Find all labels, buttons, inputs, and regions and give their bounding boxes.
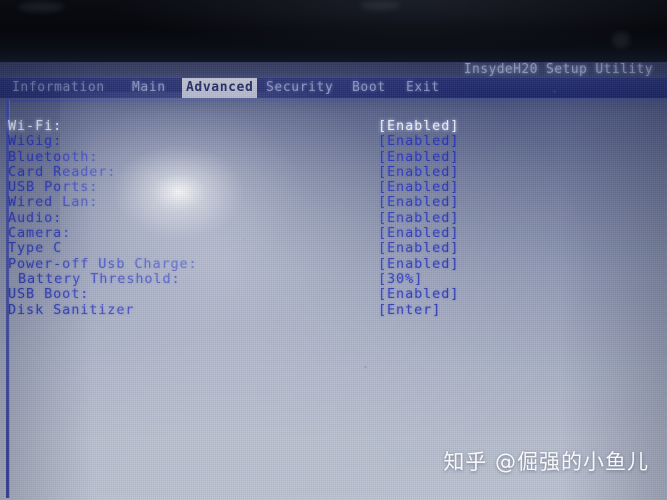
menu-tab-security[interactable]: Security: [262, 78, 337, 98]
menu-tab-information[interactable]: Information: [8, 78, 109, 98]
setting-label: Type C: [8, 240, 63, 257]
setting-label: Card Reader:: [8, 163, 117, 180]
setting-value[interactable]: [Enabled]: [378, 149, 459, 165]
setting-row[interactable]: Wired Lan: [Enabled]: [0, 194, 667, 211]
setting-value[interactable]: [Enabled]: [378, 179, 459, 195]
menu-bar: Information Main Advanced Security Boot Exit: [0, 78, 667, 98]
menu-tab-main[interactable]: Main: [128, 78, 170, 98]
setting-value[interactable]: [Enabled]: [378, 194, 459, 210]
setting-value[interactable]: [Enter]: [378, 302, 441, 318]
setting-row[interactable]: Power-off Usb Charge: [Enabled]: [0, 255, 667, 272]
dust-speck-1: [243, 238, 245, 240]
setting-row[interactable]: Wi-Fi: [Enabled]: [0, 118, 667, 134]
setting-label: Bluetooth:: [8, 148, 99, 165]
setting-label: USB Boot:: [8, 286, 90, 303]
bezel-reflection-c: [612, 32, 630, 48]
setting-label: Disk Sanitizer: [8, 301, 135, 318]
setting-value[interactable]: [Enabled]: [378, 118, 459, 134]
menu-tab-boot[interactable]: Boot: [348, 78, 390, 98]
setting-label: WiGig:: [8, 133, 63, 150]
bios-screen-photo: InsydeH20 Setup Utility Information Main A…: [0, 0, 667, 500]
setting-value[interactable]: [Enabled]: [378, 240, 459, 256]
setting-value[interactable]: [Enabled]: [378, 286, 459, 302]
app-title: InsydeH20 Setup Utility: [463, 62, 653, 77]
setting-label: Camera:: [8, 225, 72, 242]
menu-tab-advanced[interactable]: Advanced: [182, 78, 258, 98]
display-bezel: [0, 0, 667, 62]
setting-value[interactable]: [30%]: [378, 271, 423, 287]
setting-value[interactable]: [Enabled]: [378, 225, 459, 241]
dust-speck-3: [364, 366, 367, 368]
menu-tab-exit[interactable]: Exit: [402, 78, 444, 98]
bezel-reflection-a: [18, 2, 64, 12]
setting-row[interactable]: Camera: [Enabled]: [0, 225, 667, 242]
dust-speck-2: [392, 158, 394, 160]
setting-row[interactable]: USB Ports: [Enabled]: [0, 179, 667, 196]
setting-row[interactable]: USB Boot: [Enabled]: [0, 286, 667, 303]
setting-row[interactable]: Card Reader: [Enabled]: [0, 163, 667, 180]
setting-row[interactable]: Disk Sanitizer [Enter]: [0, 301, 667, 318]
title-bar: InsydeH20 Setup Utility: [0, 62, 667, 78]
dust-speck-4: [553, 90, 556, 93]
bios-screen: InsydeH20 Setup Utility Information Main A…: [0, 62, 667, 500]
setting-row[interactable]: Bluetooth: [Enabled]: [0, 148, 667, 165]
setting-row[interactable]: Type C [Enabled]: [0, 240, 667, 257]
zhihu-watermark: 知乎 @倔强的小鱼儿: [443, 450, 649, 474]
setting-value[interactable]: [Enabled]: [378, 164, 459, 180]
setting-row[interactable]: Battery Threshold: [30%]: [0, 270, 667, 287]
setting-row[interactable]: WiGig: [Enabled]: [0, 133, 667, 150]
setting-label: Wi-Fi:: [8, 118, 63, 134]
setting-label: USB Ports:: [8, 179, 99, 196]
setting-label: Audio:: [8, 209, 63, 226]
setting-value[interactable]: [Enabled]: [378, 256, 459, 272]
setting-value[interactable]: [Enabled]: [378, 210, 459, 226]
setting-row[interactable]: Audio: [Enabled]: [0, 209, 667, 226]
setting-value[interactable]: [Enabled]: [378, 133, 459, 149]
settings-list: Wi-Fi: [Enabled] WiGig: [Enabled] Bluetooth:…: [0, 118, 667, 318]
setting-label: Wired Lan:: [8, 194, 99, 211]
bezel-reflection-b: [360, 1, 400, 10]
setting-label: Power-off Usb Charge:: [8, 255, 198, 272]
setting-label: Battery Threshold:: [18, 270, 181, 287]
